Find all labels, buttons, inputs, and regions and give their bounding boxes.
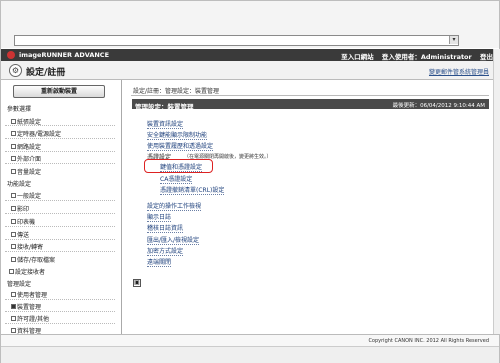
page-subheader: ⚙ 設定/註冊 變更郵件管系統管理員 [1,61,499,80]
sidebar-item-printer[interactable]: 印表機 [10,217,35,226]
sidebar-item-interface[interactable]: 外部介面 [10,154,41,163]
link-additional-func[interactable]: 加密方式設定 [147,246,184,256]
sidebar-group-management[interactable]: 管理設定 [7,279,31,288]
link-crl[interactable]: 憑證撤銷清單(CRL)設定 [160,185,225,195]
sidebar-item-store[interactable]: 儲存/存取檔案 [10,255,55,264]
admin-mail-link[interactable]: 變更郵件管系統管理員 [429,67,489,76]
sidebar-item-copy[interactable]: 影印 [10,204,29,213]
sidebar-item-timer[interactable]: 定時器/電源設定 [10,129,61,138]
sidebar-item-volume[interactable]: 音量設定 [10,167,41,176]
section-title: 管理設定：裝置管理 [135,103,194,111]
header-links: 至入口網站 登入使用者：Administrator 登出 [335,51,493,61]
link-remote-ops[interactable]: 設定的操作工作檢視 [147,201,202,211]
brand-name: imageRUNNER ADVANCE [19,51,110,59]
breadcrumb-divider [131,95,489,96]
logged-in-user: 登入使用者：Administrator [381,53,472,61]
copyright: Copyright CANON INC. 2012 All Rights Res… [368,338,489,344]
sidebar-item-general[interactable]: 一般設定 [10,191,41,200]
settings-gear-icon: ⚙ [9,64,22,77]
sidebar-item-receive[interactable]: 接收/轉寄 [10,242,43,251]
browser-statusbar [1,346,499,363]
sidebar-item-device-mgmt[interactable]: 裝置管理 [10,302,41,311]
logout-link[interactable]: 登出 [480,53,493,61]
link-show-log[interactable]: 顯示日誌 [147,212,172,222]
sidebar-item-users[interactable]: 使用者管理 [10,290,47,299]
vertical-scrollbar[interactable] [493,49,500,334]
link-usage-log[interactable]: 使用裝置履歷和透過設定 [147,141,214,151]
address-field[interactable] [14,35,459,46]
breadcrumb: 設定/註冊：管理設定：裝置管理 [133,88,220,95]
section-header: 管理設定：裝置管理 最後更新：06/04/2012 9:10:44 AM [132,99,489,111]
sidebar-group-preferences[interactable]: 參數選擇 [7,104,31,113]
browser-toolbar: ▾ [1,1,499,48]
portal-link[interactable]: 至入口網站 [341,53,374,61]
link-audit-log[interactable]: 稽核日誌資訊 [147,223,184,233]
sidebar-item-destinations[interactable]: 設定接收者 [8,267,45,276]
link-import-export[interactable]: 匯出/匯入/檢視設定 [147,235,200,245]
link-security-func[interactable]: 安全鍵能顯示限制功能 [147,130,208,140]
sidebar-group-functions[interactable]: 功能設定 [7,179,31,188]
link-remote-access[interactable]: 遠端關閉 [147,257,172,267]
last-update: 最後更新：06/04/2012 9:10:44 AM [392,103,485,109]
sidebar-item-license[interactable]: 許可證/其他 [10,314,49,323]
link-device-info[interactable]: 裝置資訊設定 [147,119,184,129]
app-header: imageRUNNER ADVANCE 至入口網站 登入使用者：Administ… [1,49,499,61]
window-frame: ▾ imageRUNNER ADVANCE 至入口網站 登入使用者：Admini… [0,0,500,363]
sidebar-item-send[interactable]: 傳送 [10,230,29,239]
chevron-down-icon[interactable]: ▾ [449,36,458,44]
restart-device-button[interactable]: 重新啟動裝置 [13,85,105,98]
sidebar-divider [121,80,122,334]
page-title: 設定/註冊 [26,68,66,78]
collapse-icon[interactable]: ▣ [133,279,141,287]
link-key-certificate[interactable]: 鍵值和憑證設定 [160,162,203,172]
sidebar-item-network[interactable]: 網路設定 [10,142,41,151]
canon-logo-icon [7,51,15,59]
link-ca-certificate[interactable]: CA憑證設定 [160,174,193,184]
